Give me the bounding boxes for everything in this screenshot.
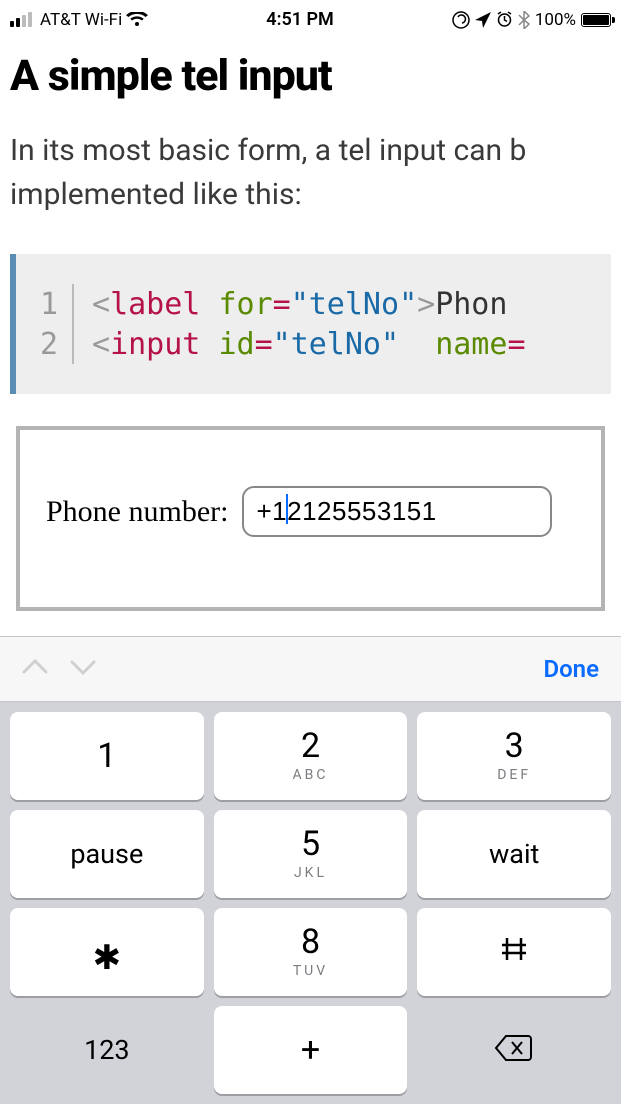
line-number: 2 <box>24 327 72 362</box>
wifi-icon <box>126 12 148 28</box>
intro-paragraph: In its most basic form, a tel input can … <box>10 129 611 216</box>
phone-number-label: Phone number: <box>46 495 228 529</box>
article-content: A simple tel input In its most basic for… <box>0 34 621 611</box>
demo-box: Phone number: <box>16 426 605 611</box>
backspace-icon <box>494 1034 534 1066</box>
intro-line-1: In its most basic form, a tel input can … <box>10 133 526 168</box>
bluetooth-icon <box>518 11 530 29</box>
keypad: 1 2ABC 3DEF pause 5JKL wait ✱ 8TUV 123 + <box>0 702 621 1104</box>
code-line-1: 1 <label for="telNo">Phon <box>24 284 611 324</box>
time-label: 4:51 PM <box>266 9 334 30</box>
phone-number-input[interactable] <box>242 486 552 537</box>
status-right: 100% <box>452 10 611 30</box>
code-line-2: 2 <input id="telNo" name= <box>24 324 611 364</box>
chevron-down-icon <box>70 658 96 676</box>
star-icon: ✱ <box>93 941 122 975</box>
signal-icon <box>10 12 32 27</box>
carrier-label: AT&T Wi-Fi <box>40 10 122 30</box>
key-star[interactable]: ✱ <box>10 908 204 996</box>
key-plus[interactable]: + <box>214 1006 408 1094</box>
location-icon <box>475 12 491 28</box>
code-block: 1 <label for="telNo">Phon 2 <input id="t… <box>10 254 611 394</box>
key-2[interactable]: 2ABC <box>214 712 408 800</box>
status-left: AT&T Wi-Fi <box>10 10 148 30</box>
keyboard: Done 1 2ABC 3DEF pause 5JKL wait ✱ 8TUV … <box>0 636 621 1104</box>
battery-percent: 100% <box>535 10 576 30</box>
key-hash[interactable] <box>417 908 611 996</box>
done-button[interactable]: Done <box>543 655 599 683</box>
key-5[interactable]: 5JKL <box>214 810 408 898</box>
page-title: A simple tel input <box>10 52 611 101</box>
key-3[interactable]: 3DEF <box>417 712 611 800</box>
battery-icon <box>581 13 611 27</box>
status-bar: AT&T Wi-Fi 4:51 PM 100% <box>0 0 621 34</box>
key-wait[interactable]: wait <box>417 810 611 898</box>
key-delete[interactable] <box>417 1006 611 1094</box>
text-caret <box>286 494 288 524</box>
intro-line-2: implemented like this: <box>10 173 611 217</box>
keyboard-accessory-bar: Done <box>0 636 621 702</box>
line-number: 1 <box>24 287 72 322</box>
prev-field-button[interactable] <box>22 658 48 680</box>
key-pause[interactable]: pause <box>10 810 204 898</box>
alarm-icon <box>496 11 513 28</box>
key-8[interactable]: 8TUV <box>214 908 408 996</box>
next-field-button[interactable] <box>70 658 96 680</box>
key-mode-123[interactable]: 123 <box>10 1006 204 1094</box>
chevron-up-icon <box>22 658 48 676</box>
key-1[interactable]: 1 <box>10 712 204 800</box>
rotation-lock-icon <box>452 11 470 29</box>
hash-icon <box>499 934 529 970</box>
